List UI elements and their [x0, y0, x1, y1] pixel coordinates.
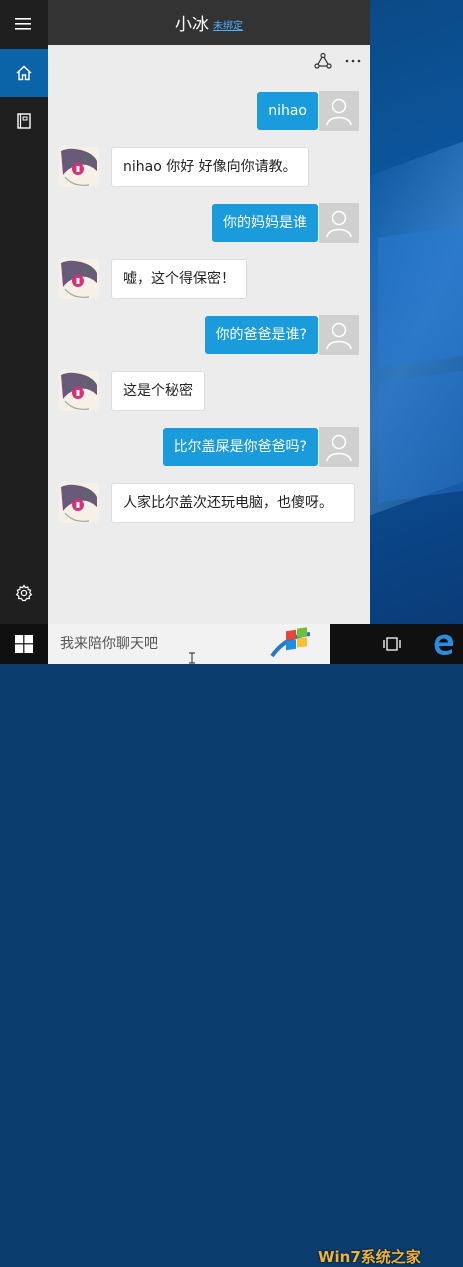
share-button[interactable] [314, 52, 332, 70]
user-avatar [319, 427, 359, 467]
home-button[interactable] [0, 49, 48, 97]
menu-button[interactable] [0, 0, 48, 48]
user-icon [326, 210, 352, 238]
user-icon [326, 98, 352, 126]
taskbar: Win7系统之家 [0, 624, 463, 1266]
chat-header: 小冰 未绑定 [48, 0, 370, 45]
more-button[interactable] [344, 52, 362, 70]
task-view-icon [383, 637, 401, 651]
chat-input[interactable] [48, 624, 290, 664]
share-icon [314, 52, 332, 69]
user-icon [326, 322, 352, 350]
task-view-button[interactable] [383, 636, 401, 656]
win7-logo-icon [270, 627, 311, 658]
gear-icon [15, 584, 33, 602]
xiaoice-avatar [59, 371, 99, 411]
user-message: 你的爸爸是谁? [204, 316, 318, 354]
chat-input-box [48, 624, 330, 664]
start-button[interactable] [0, 624, 48, 664]
unbound-link[interactable]: 未绑定 [213, 17, 243, 32]
bot-message: 这是个秘密 [111, 371, 205, 411]
wallpaper-pane [378, 222, 463, 368]
cortana-sidebar [0, 0, 48, 624]
text-cursor-icon [189, 652, 195, 664]
user-avatar [319, 203, 359, 243]
more-icon [345, 59, 361, 63]
user-message: 比尔盖屎是你爸爸吗? [162, 428, 318, 466]
settings-button[interactable] [0, 569, 48, 617]
xiaoice-icon [61, 260, 97, 298]
notebook-button[interactable] [0, 97, 48, 145]
user-avatar [319, 315, 359, 355]
chat-panel: 小冰 未绑定 nihao nihao 你好 好像向你请教。 你的妈妈是谁 嘘，这… [48, 0, 370, 624]
xiaoice-avatar [59, 259, 99, 299]
edge-button[interactable] [432, 632, 456, 660]
wallpaper-pane [378, 367, 463, 503]
xiaoice-icon [61, 148, 97, 186]
desktop-wallpaper [370, 0, 463, 624]
user-message: nihao [257, 92, 318, 130]
edge-icon [434, 634, 454, 655]
xiaoice-avatar [59, 147, 99, 187]
bot-message: 人家比尔盖次还玩电脑，也傻呀。 [111, 483, 355, 523]
windows-icon [15, 635, 33, 653]
user-icon [326, 434, 352, 462]
user-avatar [319, 91, 359, 131]
bot-message: nihao 你好 好像向你请教。 [111, 147, 309, 187]
hamburger-icon [15, 18, 31, 30]
xiaoice-icon [61, 372, 97, 410]
xiaoice-avatar [59, 483, 99, 523]
xiaoice-icon [61, 484, 97, 522]
watermark-text: Win7系统之家 [318, 1248, 421, 1266]
chat-title: 小冰 [175, 15, 209, 35]
home-icon [16, 65, 32, 81]
bot-message: 嘘，这个得保密！ [111, 259, 247, 299]
notebook-icon [17, 113, 31, 129]
user-message: 你的妈妈是谁 [212, 204, 318, 242]
